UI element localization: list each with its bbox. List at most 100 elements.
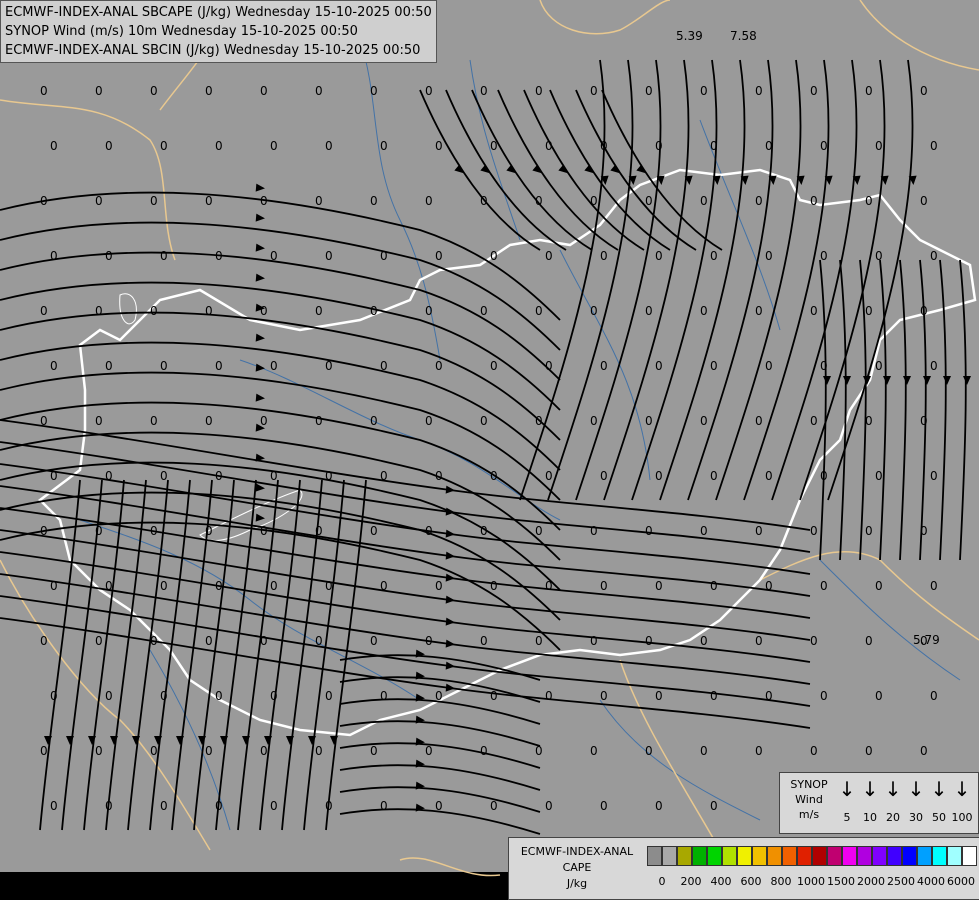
value-label: 0 [810, 194, 818, 208]
value-label: 0 [545, 579, 553, 593]
value-label: 0 [645, 414, 653, 428]
cape-scale-tick: 600 [740, 875, 762, 888]
cape-legend-title-1: ECMWF-INDEX-ANAL [520, 845, 634, 858]
value-label: 0 [50, 469, 58, 483]
cape-color-swatch [662, 846, 677, 866]
cape-color-swatch [872, 846, 887, 866]
value-label: 0 [150, 414, 158, 428]
value-label: 0 [50, 139, 58, 153]
value-label: 0 [50, 249, 58, 263]
value-label: 0 [710, 799, 718, 813]
value-label: 0 [435, 359, 443, 373]
value-label: 0 [930, 139, 938, 153]
value-label: 0 [205, 194, 213, 208]
value-label: 0 [270, 689, 278, 703]
value-label: 0 [260, 414, 268, 428]
value-label: 0 [160, 469, 168, 483]
cape-color-swatch [707, 846, 722, 866]
value-label: 0 [95, 194, 103, 208]
value-label: 0 [425, 304, 433, 318]
value-label: 0 [590, 84, 598, 98]
wind-legend-speed: 5 [843, 811, 851, 824]
value-label: 0 [480, 524, 488, 538]
value-label: 0 [820, 359, 828, 373]
header-line-wind: SYNOP Wind (m/s) 10m Wednesday 15-10-202… [5, 24, 358, 39]
value-label: 0 [380, 579, 388, 593]
value-label: 0 [765, 139, 773, 153]
cape-scale-tick: 1500 [827, 875, 855, 888]
value-label: 0 [95, 414, 103, 428]
value-label: 0 [535, 84, 543, 98]
value-label: 0 [755, 414, 763, 428]
value-label: 0 [435, 139, 443, 153]
cape-scale-tick: 400 [710, 875, 732, 888]
value-label: 0 [270, 469, 278, 483]
value-label: 0 [930, 579, 938, 593]
value-label: 0 [315, 744, 323, 758]
map-header: ECMWF-INDEX-ANAL SBCAPE (J/kg) Wednesday… [0, 0, 437, 63]
value-label: 0 [435, 689, 443, 703]
value-label: 0 [865, 744, 873, 758]
value-label: 0 [700, 84, 708, 98]
value-label: 0 [655, 799, 663, 813]
value-label: 0 [875, 139, 883, 153]
cape-color-swatch [902, 846, 917, 866]
value-label: 0 [645, 524, 653, 538]
value-label: 0 [545, 139, 553, 153]
value-label: 0 [425, 84, 433, 98]
value-label: 0 [150, 744, 158, 758]
wind-streamline-map: 0 0 0 0 0 0 0 0 0 0 0 0 0 0 0 0 0 0 0 0 0 0 0 0 0 0 0 0 0 0 0 0 0 0 0 0 0 0 0 0… [0, 0, 979, 900]
wind-legend-speed: 50 [932, 811, 946, 824]
highlighted-value-label: 5.39 [676, 29, 703, 43]
value-label: 0 [105, 359, 113, 373]
value-label: 0 [315, 414, 323, 428]
value-label: 0 [150, 634, 158, 648]
value-label: 0 [160, 359, 168, 373]
value-label: 0 [810, 524, 818, 538]
value-label: 0 [590, 194, 598, 208]
cape-color-swatch [767, 846, 782, 866]
value-label: 0 [755, 744, 763, 758]
value-label: 0 [380, 689, 388, 703]
wind-legend-speed: 30 [909, 811, 923, 824]
value-label: 0 [105, 689, 113, 703]
cape-color-swatch [917, 846, 932, 866]
value-label: 0 [260, 304, 268, 318]
value-label: 0 [425, 194, 433, 208]
value-label: 0 [325, 249, 333, 263]
value-label: 0 [535, 304, 543, 318]
value-label: 0 [435, 579, 443, 593]
cape-color-swatch [962, 846, 977, 866]
value-label: 0 [50, 359, 58, 373]
cape-color-swatch [647, 846, 662, 866]
value-label: 0 [380, 469, 388, 483]
highlighted-value-label: 7.58 [730, 29, 757, 43]
value-label: 0 [205, 84, 213, 98]
value-label: 0 [370, 524, 378, 538]
value-label: 0 [160, 799, 168, 813]
value-label: 0 [205, 744, 213, 758]
value-label: 0 [150, 194, 158, 208]
value-label: 0 [545, 469, 553, 483]
value-label: 0 [700, 414, 708, 428]
value-label: 0 [765, 359, 773, 373]
value-label: 0 [370, 304, 378, 318]
value-label: 0 [325, 689, 333, 703]
value-label: 0 [150, 84, 158, 98]
value-label: 0 [535, 634, 543, 648]
value-label: 0 [205, 414, 213, 428]
value-label: 0 [370, 194, 378, 208]
header-line-cape: ECMWF-INDEX-ANAL SBCAPE (J/kg) Wednesday… [5, 5, 432, 20]
value-label: 0 [260, 194, 268, 208]
cape-scale-tick: 4000 [917, 875, 945, 888]
cape-scale-tick: 1000 [797, 875, 825, 888]
value-label: 0 [710, 359, 718, 373]
cape-color-swatch [857, 846, 872, 866]
value-label: 0 [865, 414, 873, 428]
wind-legend-arrow-icon: ↓ [884, 777, 902, 801]
value-label: 0 [325, 799, 333, 813]
value-label: 0 [40, 524, 48, 538]
value-label: 0 [50, 579, 58, 593]
value-label: 0 [645, 634, 653, 648]
wind-legend-arrow-icon: ↓ [838, 777, 856, 801]
